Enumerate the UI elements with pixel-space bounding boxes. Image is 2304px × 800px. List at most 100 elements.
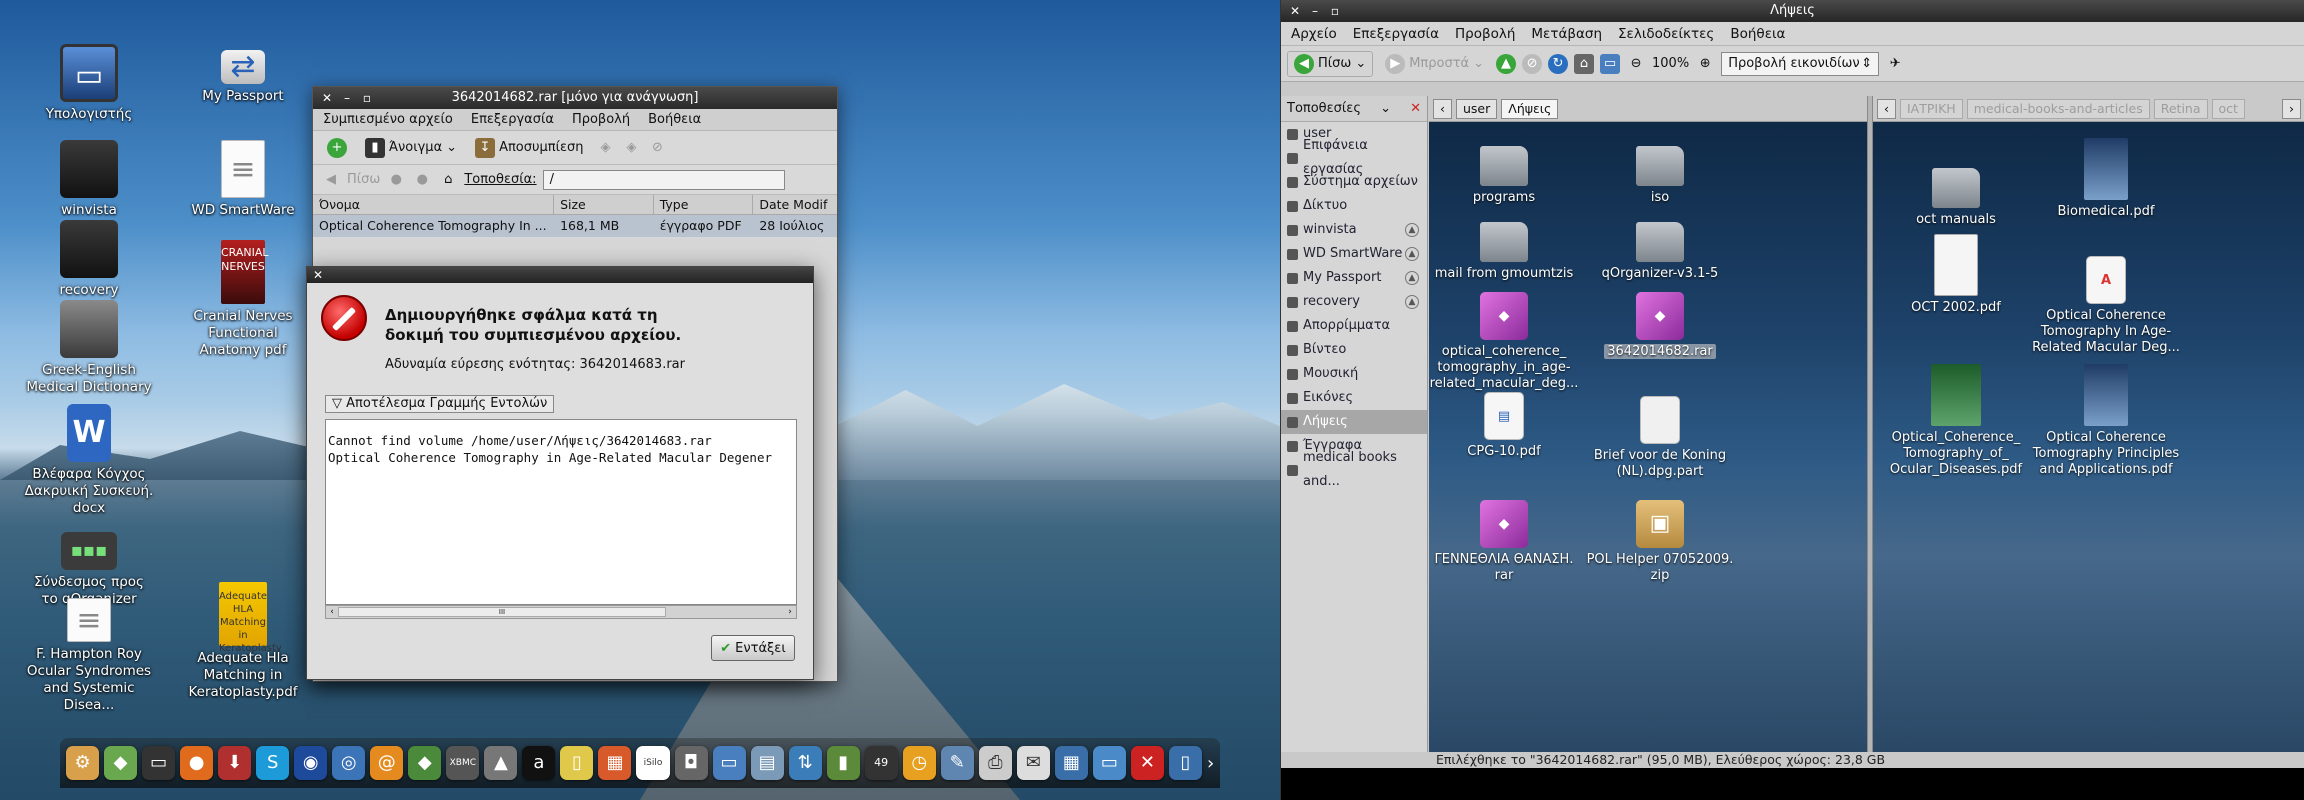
sidebar-item[interactable]: Απορρίμματα xyxy=(1281,314,1427,338)
file-item[interactable]: Optical_Coherence_ Tomography_of_ Ocular… xyxy=(1881,364,2031,478)
back-icon[interactable]: ◀ xyxy=(321,170,341,190)
close-icon[interactable]: ✕ xyxy=(1287,3,1303,19)
location-field[interactable]: / xyxy=(542,169,785,190)
up-icon[interactable]: ▲ xyxy=(1496,53,1517,74)
clock-icon[interactable]: ◷ xyxy=(902,746,936,780)
computer-icon[interactable]: ▭ xyxy=(1600,53,1621,74)
ok-button[interactable]: ✔ Εντάξει xyxy=(711,635,795,661)
breadcrumb-downloads[interactable]: Λήψεις xyxy=(1501,98,1559,119)
isilo-icon[interactable]: iSilo xyxy=(636,746,670,780)
breadcrumb-user[interactable]: user xyxy=(1456,98,1498,119)
table-row[interactable]: Optical Coherence Tomography In ... 168,… xyxy=(313,215,837,237)
horizontal-scrollbar[interactable]: ‹ III › xyxy=(325,605,797,619)
maximize-icon[interactable]: ▫ xyxy=(359,90,375,106)
zoom-out-icon[interactable]: ⊖ xyxy=(1626,54,1646,74)
breadcrumb-back-icon[interactable]: ‹ xyxy=(1433,98,1452,119)
stop-icon[interactable]: ⊘ xyxy=(1522,53,1543,74)
menu-view[interactable]: Προβολή xyxy=(1455,22,1515,45)
window-titlebar[interactable]: ✕ – ▫ 3642014682.rar [μόνο για ανάγνωση] xyxy=(313,87,837,109)
breadcrumb-medical-books[interactable]: medical-books-and-articles xyxy=(1966,98,2150,119)
sidebar-item[interactable]: recovery ▲ xyxy=(1281,290,1427,314)
desktop-icon-computer[interactable]: ▭ Υπολογιστής xyxy=(24,44,154,123)
close-x-icon[interactable]: ✕ xyxy=(1130,746,1164,780)
file-item[interactable]: oct manuals xyxy=(1881,160,2031,228)
column-name[interactable]: Όνομα xyxy=(313,195,555,214)
back-label[interactable]: Πίσω xyxy=(347,172,380,187)
download-icon[interactable]: ⬇ xyxy=(218,746,252,780)
menu-help[interactable]: Βοήθεια xyxy=(648,109,701,130)
display-icon[interactable]: ▭ xyxy=(712,746,746,780)
add-files-icon[interactable]: ◈ xyxy=(596,138,616,158)
bottle-icon[interactable]: ▯ xyxy=(560,746,594,780)
camera-icon[interactable]: ◘ xyxy=(674,746,708,780)
sidebar-item[interactable]: Σύστημα αρχείων xyxy=(1281,170,1427,194)
minimize-icon[interactable]: – xyxy=(339,90,355,106)
file-item[interactable]: ▤ CPG-10.pdf xyxy=(1429,392,1579,460)
menu-edit[interactable]: Επεξεργασία xyxy=(471,109,554,130)
photos-icon[interactable]: ▦ xyxy=(598,746,632,780)
sidebar-item[interactable]: winvista ▲ xyxy=(1281,218,1427,242)
add-folder-icon[interactable]: ◈ xyxy=(622,138,642,158)
breadcrumb-back-icon[interactable]: ‹ xyxy=(1877,98,1896,119)
browser-icon[interactable]: ◉ xyxy=(294,746,328,780)
column-size[interactable]: Size xyxy=(554,195,654,214)
scroll-right-icon[interactable]: › xyxy=(784,606,796,618)
inkscape-icon[interactable]: ▲ xyxy=(484,746,518,780)
home-icon[interactable]: ⌂ xyxy=(1574,53,1595,74)
new-button[interactable]: + xyxy=(321,136,353,160)
breadcrumb-forward-icon[interactable]: › xyxy=(2282,98,2301,119)
spiral-icon[interactable]: @ xyxy=(370,746,404,780)
stop-icon[interactable]: ⊘ xyxy=(648,138,668,158)
close-icon[interactable]: ✕ xyxy=(313,267,323,283)
sidebar-item[interactable]: Λήψεις xyxy=(1281,410,1427,434)
dialog-titlebar[interactable]: ✕ xyxy=(307,267,813,283)
sidebar-item[interactable]: My Passport ▲ xyxy=(1281,266,1427,290)
sidebar-item[interactable]: Επιφάνεια εργασίας xyxy=(1281,138,1427,177)
sidebar-item[interactable]: WD SmartWare ▲ xyxy=(1281,242,1427,266)
forward-button[interactable]: ▶ Μπροστά ⌄ xyxy=(1379,52,1490,76)
column-type[interactable]: Type xyxy=(654,195,754,214)
desktop-icon-winvista[interactable]: winvista xyxy=(24,140,154,219)
open-button[interactable]: ▮ Άνοιγμα ⌄ xyxy=(359,136,463,160)
eject-icon[interactable]: ▲ xyxy=(1405,247,1419,261)
trash-icon[interactable]: ▯ xyxy=(1168,746,1202,780)
network-icon[interactable]: ⇅ xyxy=(788,746,822,780)
close-icon[interactable]: ✕ xyxy=(1410,101,1421,116)
file-item[interactable]: ◆ ΓΕΝΝΕΘΛΙΑ ΘΑΝΑΣΗ. rar xyxy=(1429,500,1579,584)
file-item[interactable]: programs xyxy=(1429,138,1579,206)
printer-icon[interactable]: ⎙ xyxy=(978,746,1012,780)
desktop-icon-my-passport[interactable]: ⇄ My Passport xyxy=(178,40,308,105)
sidebar-header[interactable]: Τοποθεσίες ⌄ ✕ xyxy=(1281,96,1427,122)
settings-icon[interactable]: ⚙ xyxy=(66,746,100,780)
up-icon[interactable]: ● xyxy=(412,170,432,190)
desktop-icon-cranial-nerves[interactable]: CRANIAL NERVES Cranial Nerves Functional… xyxy=(178,240,308,359)
file-item[interactable]: Brief voor de Koning (NL).dpg.part xyxy=(1585,396,1735,480)
view-mode-select[interactable]: Προβολή εικονιδίων ⇕ xyxy=(1721,51,1880,76)
menu-edit[interactable]: Επεξεργασία xyxy=(1353,22,1439,45)
file-item-selected[interactable]: ◆ 3642014682.rar xyxy=(1585,292,1735,360)
desktop-icon-hampton-roy[interactable]: ≡ F. Hampton Roy Ocular Syndromes and Sy… xyxy=(24,598,154,714)
file-item[interactable]: Optical Coherence Tomography Principles … xyxy=(2031,364,2181,478)
desktop-icon-recovery[interactable]: recovery xyxy=(24,220,154,299)
desktop-icon-wd-smartware[interactable]: ≡ WD SmartWare xyxy=(178,140,308,219)
file-item[interactable]: qOrganizer-v3.1-5 xyxy=(1585,214,1735,282)
menu-go[interactable]: Μετάβαση xyxy=(1531,22,1602,45)
desktop-icon-medical-dictionary[interactable]: Greek-English Medical Dictionary xyxy=(24,300,154,396)
file-item[interactable]: A Optical Coherence Tomography In Age- Re… xyxy=(2031,256,2181,356)
skype-icon[interactable]: S xyxy=(256,746,290,780)
menu-archive[interactable]: Συμπιεσμένο αρχείο xyxy=(323,109,453,130)
speedometer-icon[interactable]: 49 xyxy=(864,746,898,780)
firefox-icon[interactable]: ● xyxy=(180,746,214,780)
terminal-icon[interactable]: ▭ xyxy=(142,746,176,780)
menu-bookmarks[interactable]: Σελιδοδείκτες xyxy=(1618,22,1714,45)
close-icon[interactable]: ✕ xyxy=(319,90,335,106)
nvidia-settings-icon[interactable]: ◆ xyxy=(408,746,442,780)
archive-icon[interactable]: ▤ xyxy=(750,746,784,780)
sidebar-item[interactable]: Εικόνες xyxy=(1281,386,1427,410)
column-date[interactable]: Date Modif xyxy=(753,195,837,214)
command-output-expander[interactable]: ▽ Αποτέλεσμα Γραμμής Εντολών xyxy=(325,395,555,413)
calculator-icon[interactable]: ▦ xyxy=(1054,746,1088,780)
home-icon[interactable]: ⌂ xyxy=(438,170,458,190)
eject-icon[interactable]: ▲ xyxy=(1405,223,1419,237)
breadcrumb-oct[interactable]: oct xyxy=(2211,98,2245,119)
